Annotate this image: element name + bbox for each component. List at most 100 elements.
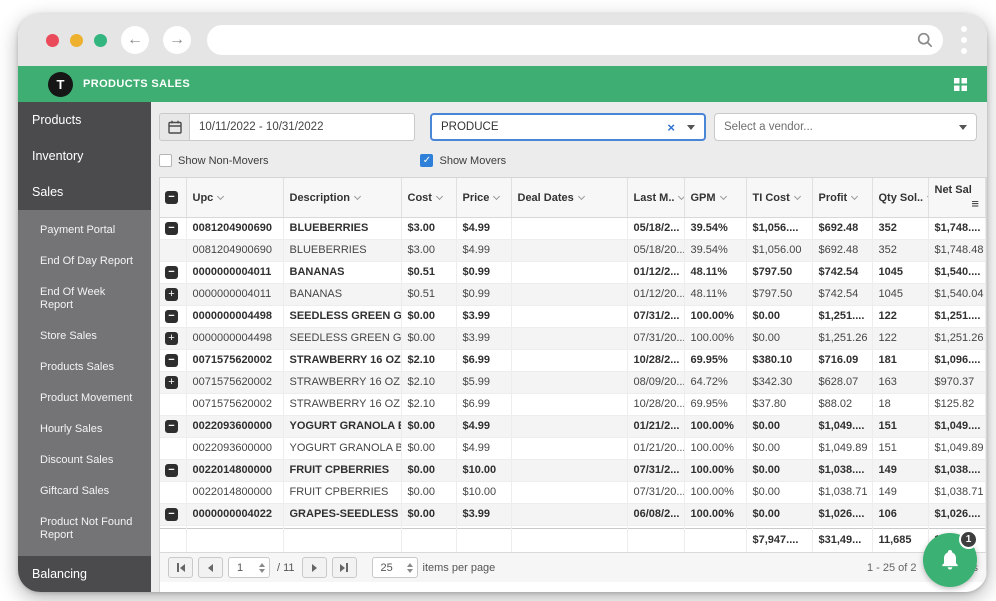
sidebar-item[interactable]: Sales — [18, 174, 151, 210]
column-header-last-modified[interactable]: Last M.. — [627, 178, 685, 218]
collapse-row-icon[interactable]: − — [165, 266, 178, 279]
items-per-page-select[interactable]: 25 — [371, 557, 418, 578]
sidebar-item[interactable]: Balancing — [18, 556, 151, 592]
collapse-row-icon[interactable]: − — [165, 464, 178, 477]
first-page-button[interactable] — [168, 557, 193, 578]
date-range-input[interactable] — [189, 113, 415, 141]
table-row[interactable]: −0000000004022 GRAPES-SEEDLESS $0.00 $3.99 0… — [160, 503, 986, 526]
collapse-row-icon[interactable]: − — [165, 508, 178, 521]
spinner-icon[interactable] — [259, 562, 265, 573]
checkbox-checked-icon: ✓ — [420, 154, 434, 167]
cell-qty: 149 — [872, 459, 929, 482]
prev-page-button[interactable] — [198, 557, 223, 578]
sidebar-item[interactable]: Inventory — [18, 138, 151, 174]
cell-cost: $0.00 — [401, 437, 457, 460]
next-page-button[interactable] — [301, 557, 327, 578]
close-window-button[interactable] — [46, 33, 59, 47]
collapse-row-icon[interactable]: − — [165, 310, 178, 323]
expand-row-icon[interactable]: + — [165, 332, 178, 345]
cell-price: $10.00 — [456, 459, 512, 482]
column-header-net-sales[interactable]: Net Sal ≡ — [928, 178, 986, 218]
sidebar-subitem[interactable]: Hourly Sales — [18, 414, 151, 445]
table-row[interactable]: 0022093600000YOGURT GRANOLA BER$0.00$4.9… — [160, 437, 986, 460]
table-row[interactable]: −0081204900690 BLUEBERRIES $3.00 $4.99 05/18… — [160, 217, 986, 240]
bell-icon — [942, 550, 958, 570]
cell-qty: 1045 — [872, 261, 929, 284]
main-content: PRODUCE × Select a vendor... Show Non-Mo… — [151, 102, 987, 592]
table-row[interactable]: +0000000004011 BANANAS $0.51 $0.99 01/12/20.… — [160, 283, 986, 306]
cell-desc: FRUIT CPBERRIES — [283, 481, 402, 504]
sidebar-subitem[interactable]: Product Movement — [18, 383, 151, 414]
cell-cost: $0.00 — [401, 459, 457, 482]
notifications-fab[interactable]: 1 — [923, 530, 978, 587]
calendar-icon — [167, 120, 182, 134]
collapse-row-icon[interactable]: − — [165, 420, 178, 433]
column-header-deal-dates[interactable]: Deal Dates — [511, 178, 628, 218]
table-row[interactable]: −0071575620002 STRAWBERRY 16 OZ $2.10 $6.99… — [160, 349, 986, 372]
column-header-cost[interactable]: Cost — [401, 178, 457, 218]
sidebar-subitem[interactable]: Products Sales — [18, 352, 151, 383]
table-row[interactable]: −0000000004011 BANANAS $0.51 $0.99 01/12/2..… — [160, 261, 986, 284]
table-row[interactable]: −0000000004498SEEDLESS GREEN GR...$0.00$… — [160, 305, 986, 328]
cell-cost: $2.10 — [401, 371, 457, 394]
sort-caret-icon — [577, 192, 585, 200]
column-header-price[interactable]: Price — [456, 178, 512, 218]
table-row[interactable]: 0081204900690 BLUEBERRIES $3.00 $4.99 05/18/… — [160, 239, 986, 262]
cell-desc: SEEDLESS GREEN GR... — [283, 305, 402, 328]
table-row[interactable]: −0022093600000YOGURT GRANOLA B...$0.00$4… — [160, 415, 986, 438]
column-menu-icon[interactable]: ≡ — [971, 196, 979, 211]
column-header-description[interactable]: Description — [283, 178, 402, 218]
column-header-upc[interactable]: Upc — [186, 178, 284, 218]
cell-ti: $1,056.00 — [746, 239, 813, 262]
collapse-row-icon[interactable]: − — [165, 354, 178, 367]
column-header-profit[interactable]: Profit — [812, 178, 873, 218]
sidebar-subitem[interactable]: End Of Week Report — [18, 277, 151, 321]
table-row[interactable]: 0071575620002 STRAWBERRY 16 OZ $2.10 $6.99 1… — [160, 393, 986, 416]
expand-row-icon[interactable]: + — [165, 376, 178, 389]
table-row[interactable]: +0000000004498SEEDLESS GREEN GRAPE$0.00$… — [160, 327, 986, 350]
collapse-row-icon[interactable]: − — [165, 222, 178, 235]
sidebar-item[interactable]: Products — [18, 102, 151, 138]
table-row[interactable]: 0022014800000 FRUIT CPBERRIES $0.00 $10.00 0… — [160, 481, 986, 504]
minimize-window-button[interactable] — [70, 33, 83, 47]
show-non-movers-checkbox[interactable]: Show Non-Movers — [159, 154, 268, 167]
cell-profit: $1,038.... — [812, 459, 873, 482]
sidebar-subitem[interactable]: Payment Portal — [18, 215, 151, 246]
apps-grid-icon[interactable] — [954, 77, 967, 91]
collapse-all-button[interactable]: − — [165, 191, 178, 204]
page-number-input[interactable]: 1 — [228, 557, 270, 578]
table-row[interactable]: −0022014800000 FRUIT CPBERRIES $0.00 $10.00… — [160, 459, 986, 482]
browser-menu-icon[interactable] — [957, 22, 971, 58]
table-row[interactable]: +0071575620002 STRAWBERRY 16 OZ $2.10 $5.99… — [160, 371, 986, 394]
expand-row-icon[interactable]: + — [165, 288, 178, 301]
cell-ti: $0.00 — [746, 459, 813, 482]
calendar-button[interactable] — [159, 113, 189, 141]
category-select[interactable]: PRODUCE × — [430, 113, 706, 141]
sidebar-subitem[interactable]: Giftcard Sales — [18, 476, 151, 507]
clear-category-icon[interactable]: × — [661, 120, 681, 135]
sidebar-subitem[interactable]: Store Sales — [18, 321, 151, 352]
total-qty-sold: 11,685 — [872, 528, 929, 552]
search-icon[interactable] — [917, 32, 933, 48]
sidebar-subitem[interactable]: Product Not Found Report — [18, 507, 151, 551]
vendor-select[interactable]: Select a vendor... — [714, 113, 977, 141]
cell-upc: 0022014800000 — [186, 459, 284, 482]
back-button[interactable]: ← — [121, 26, 149, 54]
cell-upc: 0022093600000 — [186, 437, 284, 460]
column-header-qty-sold[interactable]: Qty Sol.. — [872, 178, 929, 218]
last-page-button[interactable] — [331, 557, 357, 578]
column-header-gpm[interactable]: GPM — [684, 178, 747, 218]
cell-price: $0.99 — [456, 261, 512, 284]
cell-upc: 0071575620002 — [186, 371, 284, 394]
url-bar[interactable] — [207, 25, 943, 55]
sidebar-subitem[interactable]: Discount Sales — [18, 445, 151, 476]
cell-profit: $1,251.26 — [812, 327, 873, 350]
maximize-window-button[interactable] — [94, 33, 107, 47]
column-header-ti-cost[interactable]: TI Cost — [746, 178, 813, 218]
app-logo: T — [48, 71, 73, 97]
show-movers-checkbox[interactable]: ✓ Show Movers — [420, 154, 506, 167]
url-input[interactable] — [217, 25, 917, 55]
forward-button[interactable]: → — [163, 26, 191, 54]
cell-last: 06/08/2... — [627, 503, 685, 526]
sidebar-subitem[interactable]: End Of Day Report — [18, 246, 151, 277]
